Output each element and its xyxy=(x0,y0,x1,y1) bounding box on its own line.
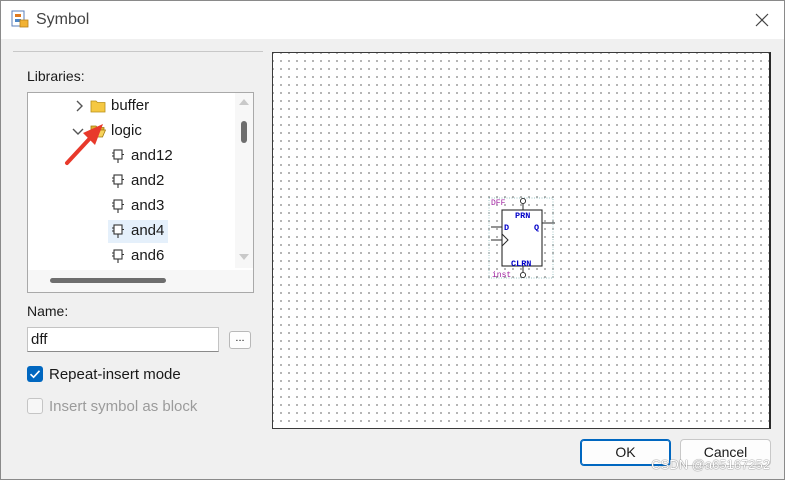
symbol-icon xyxy=(112,149,124,163)
tree-item-label: and2 xyxy=(131,172,165,189)
window-title: Symbol xyxy=(36,11,90,28)
scroll-up-icon[interactable] xyxy=(239,99,249,105)
dff-symbol: DFF PRN D Q CLRN inst xyxy=(488,197,555,280)
close-button[interactable] xyxy=(740,1,784,39)
clrn-bubble xyxy=(519,271,527,279)
symbol-icon xyxy=(112,249,124,263)
repeat-insert-label: Repeat-insert mode xyxy=(49,366,181,383)
symbol-icon xyxy=(112,174,124,188)
symbol-icon xyxy=(112,224,124,238)
close-icon xyxy=(755,13,769,27)
browse-button[interactable]: ... xyxy=(229,331,251,349)
prn-bubble xyxy=(519,197,527,205)
checkmark-icon xyxy=(29,370,41,379)
insert-as-block-checkbox[interactable] xyxy=(27,398,43,414)
tree-item-label: buffer xyxy=(111,97,150,114)
scroll-thumb[interactable] xyxy=(241,121,247,143)
tree-item-label: and12 xyxy=(131,147,173,164)
scroll-down-icon[interactable] xyxy=(239,254,249,260)
name-input[interactable] xyxy=(27,327,219,352)
symbol-name-text: DFF xyxy=(491,199,506,208)
title-bar: Symbol xyxy=(1,1,784,39)
horizontal-scrollbar[interactable] xyxy=(28,270,253,292)
folder-icon xyxy=(90,100,106,113)
scroll-thumb[interactable] xyxy=(50,278,166,283)
symbol-preview-canvas[interactable]: DFF PRN D Q CLRN inst xyxy=(272,52,771,429)
repeat-insert-checkbox[interactable] xyxy=(27,366,43,382)
symbol-icon xyxy=(112,199,124,213)
q-label: Q xyxy=(534,223,539,233)
insert-as-block-label: Insert symbol as block xyxy=(49,398,198,415)
divider xyxy=(13,51,263,52)
chevron-right-icon[interactable] xyxy=(73,100,85,112)
d-label: D xyxy=(504,223,509,233)
clrn-label: CLRN xyxy=(511,259,531,269)
symbol-dialog: Symbol Libraries: buffer logic and12 and… xyxy=(0,0,785,480)
tree-item-label: and6 xyxy=(131,247,165,264)
tree-item-logic[interactable]: logic xyxy=(28,119,233,143)
instance-name-text: inst xyxy=(492,271,511,280)
tree-item-buffer[interactable]: buffer xyxy=(28,94,233,118)
tree-item-label: and3 xyxy=(131,197,165,214)
tree-item-label: logic xyxy=(111,122,142,139)
app-icon xyxy=(11,10,29,28)
name-label: Name: xyxy=(27,303,69,319)
libraries-label: Libraries: xyxy=(27,68,85,84)
watermark: CSDN @a65167252 xyxy=(651,457,770,472)
tree-item-and3[interactable]: and3 xyxy=(28,194,233,218)
libraries-tree[interactable]: buffer logic and12 and2 and3 and4 and6 xyxy=(27,92,254,293)
tree-item-and6[interactable]: and6 xyxy=(28,244,233,268)
tree-item-and2[interactable]: and2 xyxy=(28,169,233,193)
prn-label: PRN xyxy=(515,211,530,221)
tree-item-label: and4 xyxy=(131,222,165,239)
tree-item-and12[interactable]: and12 xyxy=(28,144,233,168)
tree-item-and4[interactable]: and4 xyxy=(28,219,233,243)
vertical-scrollbar[interactable] xyxy=(235,93,253,268)
annotation-arrow-icon xyxy=(65,124,103,165)
